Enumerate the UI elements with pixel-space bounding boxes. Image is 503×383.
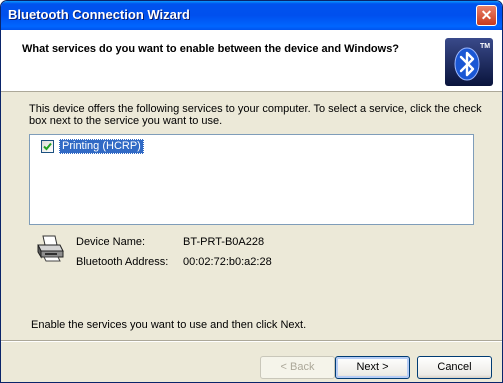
intro-text: This device offers the following service… bbox=[29, 103, 482, 127]
device-name-value: BT-PRT-B0A228 bbox=[183, 236, 265, 248]
window-title: Bluetooth Connection Wizard bbox=[8, 7, 190, 22]
wizard-header: What services do you want to enable betw… bbox=[1, 30, 502, 92]
service-label: Printing (HCRP) bbox=[59, 139, 144, 154]
close-button[interactable]: ✕ bbox=[476, 5, 497, 26]
bluetooth-address-label: Bluetooth Address: bbox=[76, 256, 169, 268]
device-name-label: Device Name: bbox=[76, 236, 146, 248]
next-button[interactable]: Next > bbox=[335, 356, 410, 379]
services-list[interactable]: Printing (HCRP) bbox=[29, 134, 474, 225]
close-icon: ✕ bbox=[480, 7, 493, 23]
back-button[interactable]: < Back bbox=[260, 356, 335, 379]
checkmark-icon bbox=[43, 142, 52, 151]
header-question: What services do you want to enable betw… bbox=[22, 43, 400, 55]
printer-icon bbox=[37, 235, 64, 262]
cancel-button[interactable]: Cancel bbox=[417, 356, 492, 379]
logo-trademark: TM bbox=[480, 43, 490, 50]
service-item[interactable]: Printing (HCRP) bbox=[41, 139, 144, 154]
footer-instruction: Enable the services you want to use and … bbox=[31, 319, 307, 331]
button-divider bbox=[1, 340, 502, 342]
wizard-window: Bluetooth Connection Wizard ✕ What servi… bbox=[0, 0, 503, 383]
bluetooth-address-value: 00:02:72:b0:a2:28 bbox=[183, 256, 272, 268]
title-bar[interactable]: Bluetooth Connection Wizard ✕ bbox=[1, 1, 502, 30]
bluetooth-logo-icon: TM bbox=[445, 38, 493, 86]
service-checkbox[interactable] bbox=[41, 140, 54, 153]
